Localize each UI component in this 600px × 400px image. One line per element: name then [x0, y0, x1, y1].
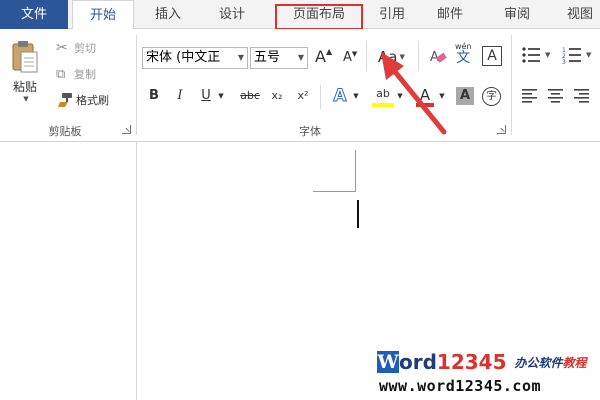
strikethrough-button[interactable]: abc	[237, 87, 263, 105]
watermark-logo-letter: W	[377, 351, 399, 373]
character-border-button[interactable]: A	[482, 46, 502, 66]
paste-button[interactable]: 粘贴 ▼	[6, 39, 44, 103]
watermark-tagline-accent: 教程	[562, 355, 587, 370]
tab-page-layout[interactable]: 页面布局	[277, 0, 361, 29]
tab-file[interactable]: 文件	[0, 0, 68, 29]
grow-font-icon: A	[315, 47, 326, 66]
margin-corner-mark	[313, 191, 356, 192]
clipboard-dialog-launcher-icon[interactable]	[122, 125, 131, 134]
format-painter-button[interactable]: 格式刷	[56, 92, 109, 108]
highlight-color-button[interactable]: ab	[372, 87, 394, 107]
numbering-icon: 1 2 3	[562, 47, 581, 65]
font-size-dropdown-icon[interactable]: ▼	[298, 48, 304, 68]
bullets-dropdown-icon[interactable]: ▼	[545, 51, 550, 59]
shrink-font-icon: A	[343, 50, 352, 65]
paste-dropdown-icon[interactable]: ▼	[23, 95, 28, 103]
svg-text:3: 3	[562, 59, 566, 65]
align-right-button[interactable]	[573, 87, 591, 103]
format-painter-label: 格式刷	[76, 94, 109, 107]
font-group-label: 字体	[299, 125, 321, 138]
watermark-logo-number: 12345	[436, 350, 507, 374]
paste-label: 粘贴	[12, 80, 37, 94]
group-separator	[511, 35, 512, 135]
superscript-button[interactable]: x²	[294, 87, 312, 105]
navigation-pane	[0, 142, 137, 400]
font-size-combobox[interactable]: 五号 ▼	[250, 47, 308, 69]
cut-label: 剪切	[74, 42, 96, 55]
align-left-icon	[522, 89, 537, 103]
font-dialog-launcher-icon[interactable]	[497, 125, 506, 134]
shrink-font-button[interactable]: A ▼	[343, 50, 357, 66]
group-separator	[136, 35, 137, 135]
scissors-icon: ✂	[56, 40, 68, 56]
phonetic-guide-icon: 文	[456, 50, 471, 66]
font-size-value: 五号	[254, 50, 281, 65]
align-right-icon	[574, 89, 589, 103]
tab-references[interactable]: 引用	[368, 0, 416, 29]
character-shading-button[interactable]: A	[456, 87, 474, 105]
clear-formatting-button[interactable]: A	[428, 47, 448, 67]
enclose-characters-button[interactable]: 字	[482, 87, 501, 106]
font-name-dropdown-icon[interactable]: ▼	[238, 48, 244, 68]
change-case-icon: Aa	[378, 48, 398, 66]
group-separator	[366, 41, 367, 71]
highlight-dropdown-icon[interactable]: ▼	[396, 87, 404, 105]
tab-mailings[interactable]: 邮件	[426, 0, 474, 29]
align-left-button[interactable]	[521, 87, 539, 103]
margin-corner-mark	[355, 150, 356, 192]
align-center-button[interactable]	[547, 87, 565, 103]
tab-design[interactable]: 设计	[204, 0, 260, 29]
group-separator	[418, 41, 419, 71]
subscript-button[interactable]: x₂	[268, 87, 286, 105]
bullets-button[interactable]: ▼	[521, 45, 550, 65]
change-case-dropdown-icon[interactable]: ▼	[399, 53, 404, 61]
bold-button[interactable]: B	[146, 87, 162, 105]
watermark-logo-word: ord	[399, 350, 437, 374]
copy-label: 复制	[74, 68, 96, 81]
text-cursor	[357, 200, 359, 228]
copy-icon: ⧉	[56, 66, 66, 82]
font-color-dropdown-icon[interactable]: ▼	[438, 87, 446, 105]
tab-insert[interactable]: 插入	[140, 0, 196, 29]
format-painter-icon	[58, 93, 72, 107]
cut-button[interactable]: ✂ 剪切	[56, 40, 96, 56]
copy-button[interactable]: ⧉ 复制	[56, 66, 96, 82]
ribbon-home: 粘贴 ▼ ✂ 剪切 ⧉ 复制 格式刷 剪贴板 宋体 (中文正 ▼ 五号 ▼ A ▲…	[0, 29, 600, 142]
change-case-button[interactable]: Aa ▼	[378, 48, 405, 66]
font-name-value: 宋体 (中文正	[146, 50, 221, 65]
character-border-icon: A	[487, 48, 497, 64]
tab-view[interactable]: 视图	[556, 0, 600, 29]
align-center-icon	[548, 89, 563, 103]
italic-button[interactable]: I	[172, 87, 188, 105]
phonetic-guide-button[interactable]: wén 文	[455, 43, 472, 66]
tab-review[interactable]: 审阅	[493, 0, 541, 29]
numbering-button[interactable]: 1 2 3 ▼	[562, 45, 591, 65]
watermark-url: www.word12345.com	[379, 377, 542, 395]
clear-formatting-icon: A	[430, 50, 447, 65]
numbering-dropdown-icon[interactable]: ▼	[586, 51, 591, 59]
text-effects-button[interactable]: A	[330, 87, 350, 106]
text-effects-dropdown-icon[interactable]: ▼	[352, 87, 360, 105]
font-name-combobox[interactable]: 宋体 (中文正 ▼	[142, 47, 248, 69]
underline-dropdown-icon[interactable]: ▼	[216, 87, 226, 105]
underline-button[interactable]: U	[198, 87, 214, 105]
watermark-logo: W ord 12345 办公软件 教程	[377, 349, 587, 375]
paste-icon	[12, 41, 38, 73]
tab-home[interactable]: 开始	[72, 0, 134, 30]
watermark-tagline: 办公软件	[514, 355, 563, 370]
font-color-button[interactable]: A	[416, 87, 434, 107]
bullets-icon	[522, 47, 540, 63]
clipboard-group-label: 剪贴板	[48, 125, 82, 138]
grow-font-button[interactable]: A ▲	[315, 47, 332, 66]
group-separator	[320, 85, 321, 109]
ribbon-tab-bar: 文件 开始 插入 设计 页面布局 引用 邮件 审阅 视图	[0, 0, 600, 30]
